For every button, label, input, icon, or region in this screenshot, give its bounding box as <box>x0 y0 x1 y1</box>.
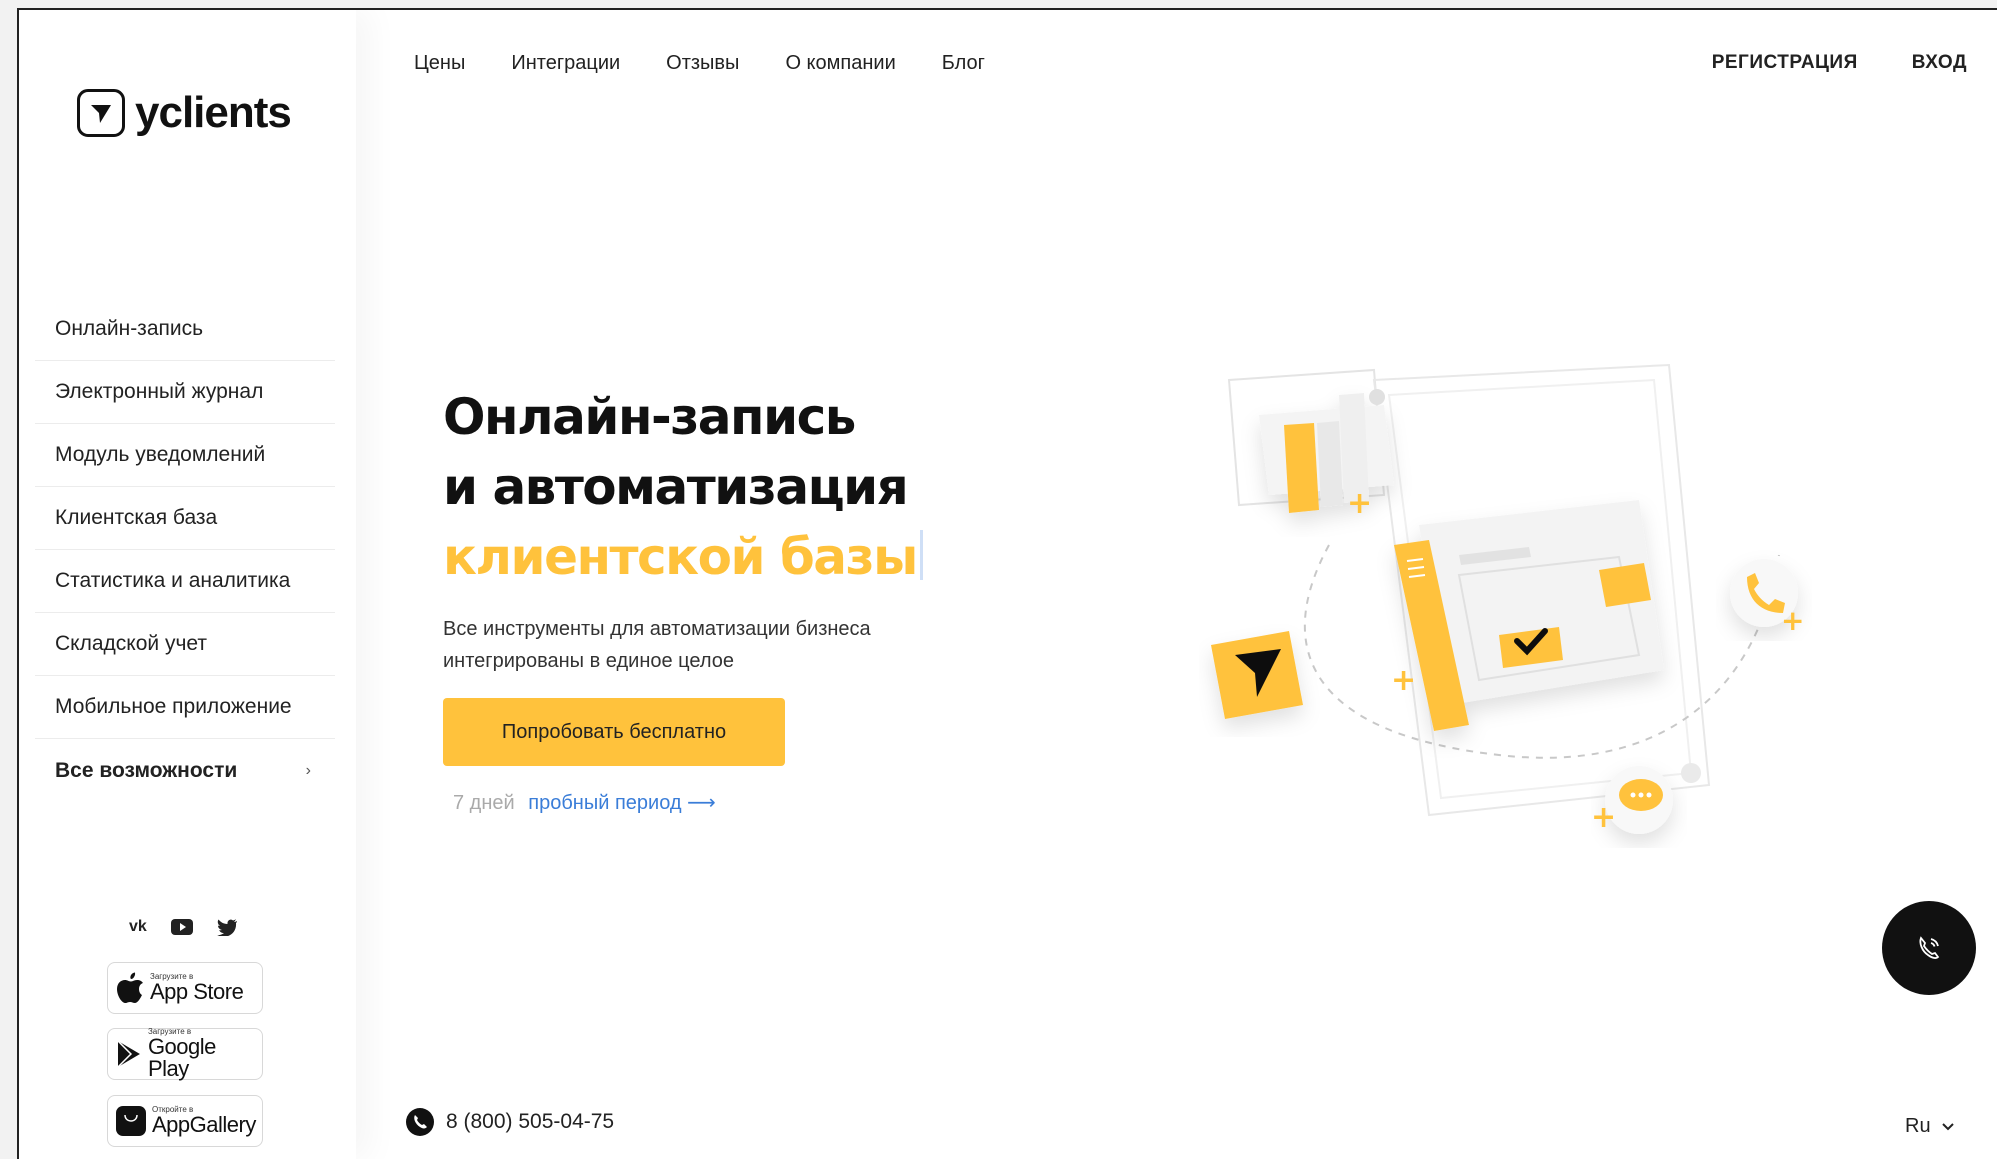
logo-text: yclients <box>135 88 292 137</box>
google-play-icon <box>117 1040 140 1068</box>
trial-days: 7 дней <box>453 792 515 814</box>
svg-text:+: + <box>1347 486 1372 521</box>
sidebar-item-analytics[interactable]: Статистика и аналитика <box>35 550 335 613</box>
register-link[interactable]: РЕГИСТРАЦИЯ <box>1712 52 1858 74</box>
language-selector[interactable]: Ru <box>1905 1115 1955 1138</box>
login-link[interactable]: ВХОД <box>1912 52 1967 74</box>
sidebar-item-mobile-app[interactable]: Мобильное приложение <box>35 676 335 739</box>
google-play-button[interactable]: Загрузите в Google Play <box>107 1028 263 1080</box>
nav-link-integrations[interactable]: Интеграции <box>511 52 620 75</box>
hero-title-line1: Онлайн-запись <box>443 388 856 446</box>
sidebar-item-client-base[interactable]: Клиентская база <box>35 487 335 550</box>
hero-title-accent: клиентской базы <box>443 528 918 586</box>
youtube-icon[interactable] <box>170 919 193 935</box>
sidebar: yclients Онлайн-запись Электронный журна… <box>19 10 356 1159</box>
chevron-right-icon: › <box>305 761 311 779</box>
app-store-button[interactable]: Загрузите в App Store <box>107 962 263 1014</box>
nav-link-prices[interactable]: Цены <box>414 52 465 75</box>
svg-text:+: + <box>1391 663 1416 698</box>
dashboard-card-graphic <box>1394 500 1664 731</box>
language-label: Ru <box>1905 1115 1931 1137</box>
nav-link-blog[interactable]: Блог <box>942 52 985 75</box>
huawei-icon <box>116 1106 146 1136</box>
sidebar-item-e-journal[interactable]: Электронный журнал <box>35 361 335 424</box>
chevron-down-icon <box>1941 1122 1954 1130</box>
app-store-label: App Store <box>150 979 244 1004</box>
phone-icon <box>406 1108 434 1136</box>
hero-subtitle-line2: интегрированы в единое целое <box>443 650 734 672</box>
logo[interactable]: yclients <box>77 88 292 138</box>
social-links: vk <box>129 918 237 936</box>
svg-text:+: + <box>1591 800 1616 835</box>
sidebar-menu: Онлайн-запись Электронный журнал Модуль … <box>35 298 335 802</box>
page-frame: yclients Онлайн-запись Электронный журна… <box>17 8 1997 1159</box>
app-tile-graphic <box>1211 631 1303 719</box>
apple-icon <box>117 972 143 1003</box>
hero-title: Онлайн-запись и автоматизация клиентской… <box>443 382 923 592</box>
yclients-logo-icon <box>77 89 125 137</box>
sidebar-item-all-features[interactable]: Все возможности › <box>35 739 335 802</box>
nav-link-reviews[interactable]: Отзывы <box>666 52 739 75</box>
trial-period-link[interactable]: пробный период ⟶ <box>528 792 716 814</box>
phone-number: 8 (800) 505-04-75 <box>446 1110 615 1133</box>
svg-text:+: + <box>1781 604 1804 637</box>
sidebar-item-warehouse[interactable]: Складской учет <box>35 613 335 676</box>
nav-link-about[interactable]: О компании <box>785 52 895 75</box>
trial-note: 7 дней пробный период ⟶ <box>453 790 716 815</box>
call-back-button[interactable] <box>1882 901 1976 995</box>
hero-title-line2: и автоматизация <box>443 458 909 516</box>
auth-links: РЕГИСТРАЦИЯ ВХОД <box>1712 52 1967 74</box>
hero-subtitle-line1: Все инструменты для автоматизации бизнес… <box>443 618 871 640</box>
google-play-label: Google Play <box>147 1034 216 1081</box>
all-features-label: Все возможности <box>55 758 238 782</box>
appgallery-button[interactable]: Откройте в AppGallery <box>107 1095 263 1147</box>
vk-icon[interactable]: vk <box>129 918 147 936</box>
phone-contact[interactable]: 8 (800) 505-04-75 <box>406 1108 614 1136</box>
text-cursor <box>919 530 923 580</box>
sidebar-item-online-booking[interactable]: Онлайн-запись <box>35 298 335 361</box>
twitter-icon[interactable] <box>216 918 237 936</box>
top-nav: Цены Интеграции Отзывы О компании Блог <box>414 52 985 75</box>
appgallery-label: AppGallery <box>152 1112 256 1137</box>
try-free-button[interactable]: Попробовать бесплатно <box>443 698 785 766</box>
hero-subtitle: Все инструменты для автоматизации бизнес… <box>443 613 913 677</box>
sidebar-item-notifications[interactable]: Модуль уведомлений <box>35 424 335 487</box>
hero-illustration: + + + + <box>1211 363 1804 835</box>
phone-call-icon <box>1919 936 1940 959</box>
